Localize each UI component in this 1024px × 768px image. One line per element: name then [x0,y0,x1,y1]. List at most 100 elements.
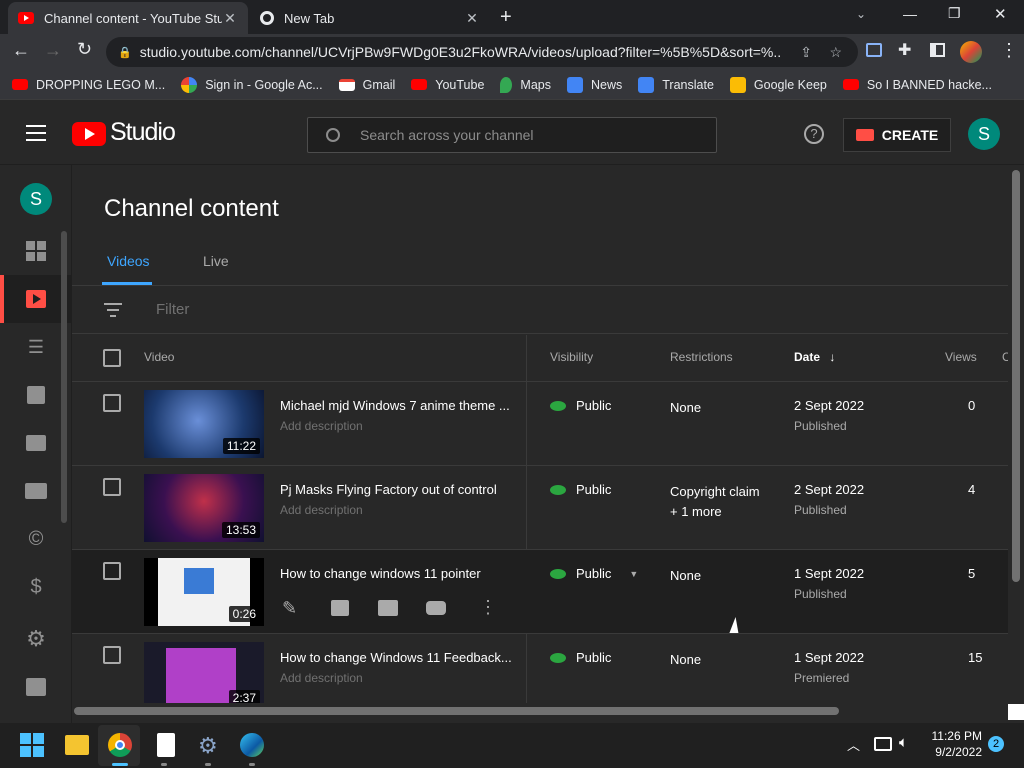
sidebar-item-settings[interactable]: ⚙ [0,615,72,663]
sidebar-scrollbar[interactable] [61,231,67,523]
sidebar-item-monetization[interactable]: $ [0,563,72,611]
back-button[interactable]: ← [12,40,30,61]
bookmark-item[interactable]: So I BANNED hacke... [842,78,992,92]
comments-icon[interactable] [378,600,398,616]
analytics-icon[interactable] [331,600,349,616]
video-title[interactable]: How to change windows 11 pointer [280,566,520,581]
bookmark-item[interactable]: News [566,76,622,93]
video-description[interactable]: Add description [280,671,363,685]
row-checkbox[interactable] [103,562,121,580]
show-hidden-icons[interactable]: ︿ [847,735,860,754]
video-description[interactable]: Add description [280,503,363,517]
notification-badge[interactable]: 2 [988,736,1004,752]
network-icon[interactable] [874,737,892,751]
bookmark-item[interactable]: YouTube [411,78,484,92]
volume-icon[interactable]: 🔈︎ [899,734,908,751]
browser-menu-icon[interactable]: ⋮ [1000,40,1018,61]
restore-button[interactable]: ❐ [948,5,961,22]
horizontal-scrollbar[interactable] [74,707,839,715]
tab-live[interactable]: Live [203,253,229,269]
video-description[interactable]: Add description [280,419,363,433]
youtube-icon [12,79,28,90]
bookmark-item[interactable]: Google Keep [729,76,827,93]
row-checkbox[interactable] [103,394,121,412]
table-row[interactable]: 2:37 How to change Windows 11 Feedback..… [72,634,1008,703]
close-tab-icon[interactable]: ✕ [222,10,238,27]
youtube-play-icon[interactable] [426,601,446,615]
studio-logo-text: Studio [110,118,176,146]
tab-studio[interactable]: Channel content - YouTube Studio ✕ [8,2,248,34]
video-thumbnail[interactable]: 13:53 [144,474,264,542]
more-options-icon[interactable]: ⋮ [479,597,497,618]
windows-start-icon[interactable] [20,733,44,757]
row-checkbox[interactable] [103,478,121,496]
edit-pencil-icon[interactable]: ✎ [282,598,297,619]
side-panel-icon[interactable] [930,43,945,57]
search-input[interactable]: Search across your channel [307,117,717,153]
video-title[interactable]: Pj Masks Flying Factory out of control [280,482,520,497]
visibility-status[interactable]: Public [550,482,611,497]
visibility-status[interactable]: Public [550,650,611,665]
create-button[interactable]: CREATE [843,118,951,152]
bookmark-item[interactable]: DROPPING LEGO M... [12,78,165,92]
address-bar[interactable]: 🔒 studio.youtube.com/channel/UCVrjPBw9FW… [106,37,858,67]
date-status: Published [794,503,847,517]
help-icon[interactable]: ? [804,124,824,144]
chrome-taskbar-icon[interactable] [108,733,132,757]
video-thumbnail[interactable]: 11:22 [144,390,264,458]
notepad-icon[interactable] [157,733,175,757]
clock-date[interactable]: 9/2/2022 [928,745,982,759]
channel-avatar[interactable]: S [20,183,52,215]
minimize-button[interactable]: — [903,6,917,22]
edge-taskbar-icon[interactable] [240,733,264,757]
filter-icon[interactable] [104,303,122,317]
settings-taskbar-icon[interactable]: ⚙ [198,733,218,759]
vertical-scrollbar[interactable] [1012,170,1020,582]
visibility-status[interactable]: Public [550,398,611,413]
maps-icon [500,76,513,93]
screen-cast-icon[interactable] [866,43,882,57]
select-all-checkbox[interactable] [103,349,121,367]
table-row[interactable]: 0:26 How to change windows 11 pointer ✎ … [72,550,1008,634]
forward-button[interactable]: → [44,40,62,61]
video-thumbnail[interactable]: 2:37 [144,642,264,703]
youtube-logo-icon[interactable] [72,122,106,146]
tab-new[interactable]: New Tab ✕ [250,2,490,34]
bookmark-item[interactable]: Translate [638,76,714,93]
video-title[interactable]: Michael mjd Windows 7 anime theme ... [280,398,520,413]
column-header-date[interactable]: Date ↓ [794,350,835,364]
filter-input[interactable]: Filter [156,301,189,318]
extensions-icon[interactable]: ✚ [898,40,911,60]
column-header-restrictions: Restrictions [670,350,733,364]
share-icon[interactable]: ⇪ [800,44,812,61]
clock-time[interactable]: 11:26 PM [928,729,982,743]
video-duration: 2:37 [228,690,260,703]
table-row[interactable]: 11:22 Michael mjd Windows 7 anime theme … [72,382,1008,466]
reload-button[interactable]: ↻ [77,39,92,60]
account-avatar[interactable]: S [968,118,1000,150]
hamburger-menu-icon[interactable] [26,125,46,141]
restrictions-text[interactable]: Copyright claim + 1 more [670,482,760,522]
visibility-dropdown[interactable]: Public ▼ [550,566,638,581]
subtitles-icon [25,483,47,499]
app-indicator [249,763,255,766]
youtube-icon [411,79,428,90]
bookmark-item[interactable]: Gmail [338,78,395,92]
tab-videos[interactable]: Videos [107,253,150,269]
close-window-button[interactable]: ✕ [994,5,1007,23]
video-title[interactable]: How to change Windows 11 Feedback... [280,650,520,665]
bookmark-star-icon[interactable]: ☆ [829,44,842,61]
bookmark-item[interactable]: Sign in - Google Ac... [181,76,323,93]
youtube-icon [842,79,859,90]
studio-header: Studio Search across your channel ? CREA… [0,101,1024,165]
sidebar-item-feedback[interactable] [0,663,72,711]
table-row[interactable]: 13:53 Pj Masks Flying Factory out of con… [72,466,1008,550]
video-thumbnail[interactable]: 0:26 [144,558,264,626]
bookmark-item[interactable]: Maps [500,76,551,93]
new-tab-button[interactable]: + [500,6,512,29]
row-checkbox[interactable] [103,646,121,664]
file-explorer-icon[interactable] [65,735,89,755]
close-tab-icon[interactable]: ✕ [464,10,480,27]
profile-avatar[interactable] [960,41,982,63]
tab-search-icon[interactable]: ⌄ [856,7,866,21]
